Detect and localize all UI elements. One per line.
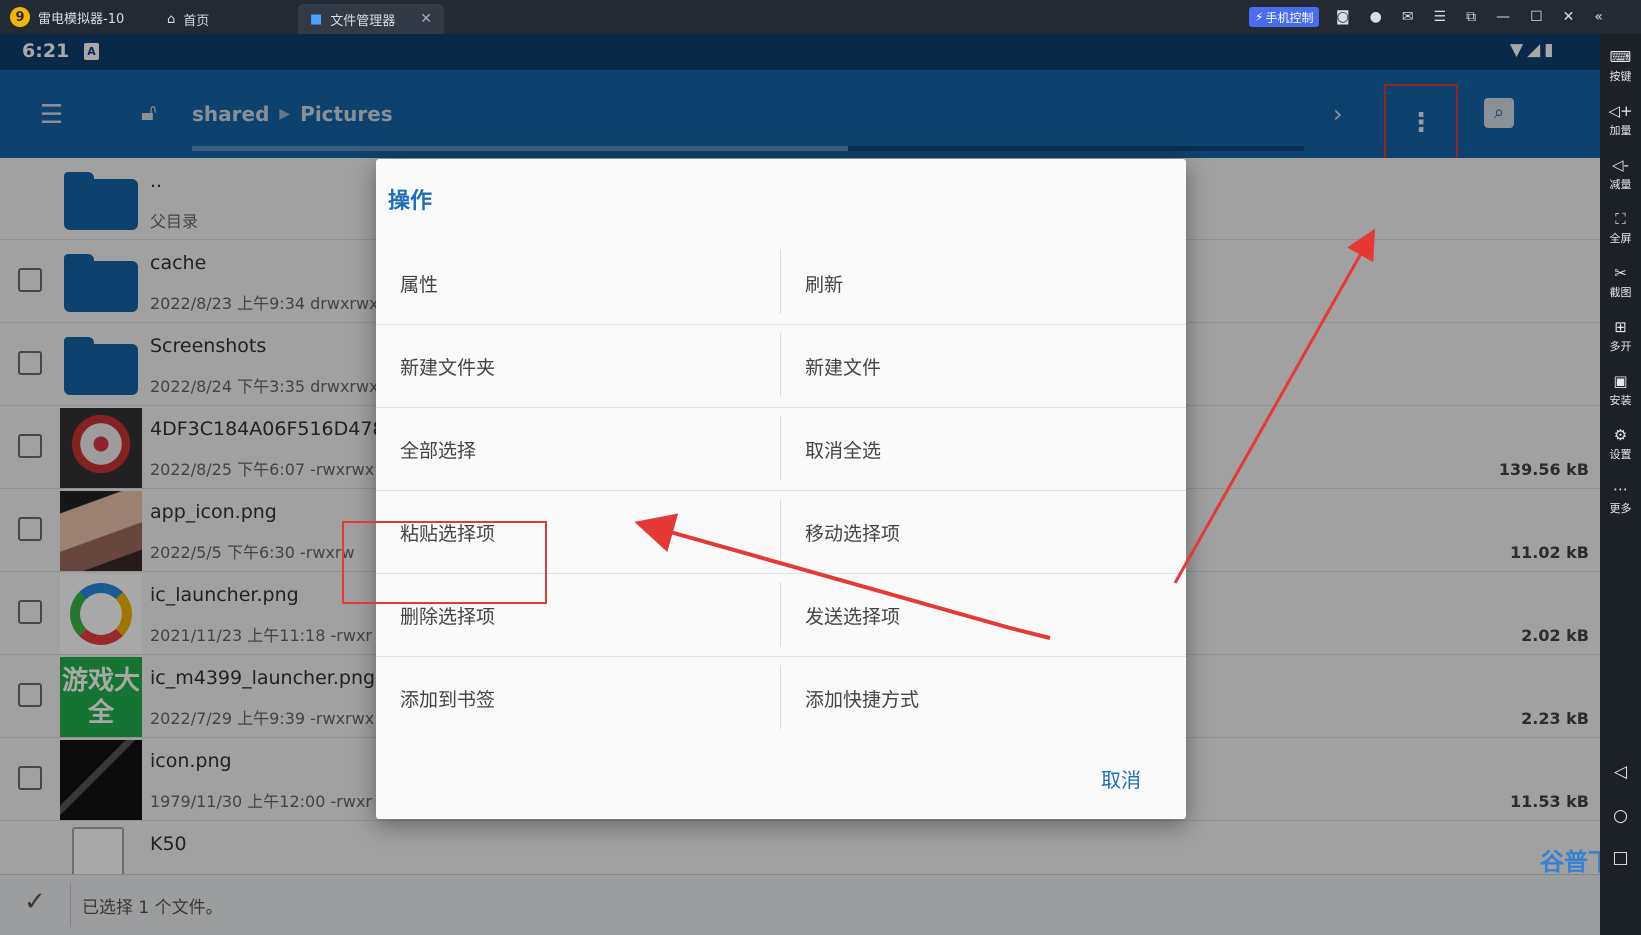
action-item[interactable]: 发送选择项 <box>805 574 1175 657</box>
action-row: 添加到书签 添加快捷方式 <box>376 657 1186 740</box>
sidebar-item-label: 设置 <box>1609 448 1632 461</box>
multi-instance-icon: ⊞ <box>1614 318 1627 336</box>
divider <box>780 665 781 729</box>
sidebar-item-volume-up[interactable]: ◁+ 加量 <box>1600 102 1641 138</box>
action-item[interactable]: 新建文件夹 <box>400 325 770 408</box>
action-item[interactable]: 新建文件 <box>805 325 1175 408</box>
sidebar-item-label: 减量 <box>1609 178 1632 191</box>
app-title: 9 雷电模拟器-10 <box>10 0 124 34</box>
sidebar-item-volume-down[interactable]: ◁- 减量 <box>1600 156 1641 192</box>
gamepad-icon[interactable]: ◙ <box>1336 9 1350 25</box>
cancel-button[interactable]: 取消 <box>1101 764 1141 793</box>
phone-control-label: 手机控制 <box>1265 10 1314 25</box>
mail-icon[interactable]: ✉ <box>1402 9 1414 25</box>
divider <box>780 499 781 563</box>
sidebar-item-install[interactable]: ▣ 安装 <box>1600 372 1641 408</box>
sidebar-item-label: 按键 <box>1609 70 1632 83</box>
actions-grid: 属性 刷新 新建文件夹 新建文件 全部选择 取消全选 粘贴选择项 移动选择项 删除选择项 发送选择… <box>376 242 1186 740</box>
lightning-icon: ⚡ <box>1255 10 1264 24</box>
sidebar-item-label: 多开 <box>1609 340 1632 353</box>
sidebar-item-label: 全屏 <box>1609 232 1632 245</box>
maximize-icon[interactable]: ☐ <box>1530 9 1543 25</box>
action-item[interactable]: 刷新 <box>805 242 1175 325</box>
highlight-box-paste <box>342 521 547 604</box>
app-name: 雷电模拟器-10 <box>38 11 125 27</box>
leidian-logo-icon: 9 <box>10 7 30 27</box>
emulator-window: 9 雷电模拟器-10 ⌂ 首页 ■ 文件管理器 ✕ ⚡ 手机控制 ◙ ● ✉ ☰… <box>0 0 1641 935</box>
restore-icon[interactable]: ⧉ <box>1466 9 1476 25</box>
tab-home[interactable]: ⌂ 首页 <box>155 4 221 34</box>
sidebar-item-label: 更多 <box>1609 502 1632 515</box>
actions-dialog: 操作 属性 刷新 新建文件夹 新建文件 全部选择 取消全选 粘贴选择项 移动选择项 删除选择项发… <box>376 159 1186 819</box>
divider <box>780 416 781 480</box>
sidebar-item-screenshot[interactable]: ✂ 截图 <box>1600 264 1641 300</box>
tab-home-label: 首页 <box>183 13 210 29</box>
fullscreen-icon: ⛶ <box>1615 210 1626 228</box>
sidebar-item-label: 截图 <box>1609 286 1632 299</box>
sidebar-item-fullscreen[interactable]: ⛶ 全屏 <box>1600 210 1641 246</box>
volume-down-icon: ◁- <box>1612 156 1629 174</box>
action-item[interactable]: 全部选择 <box>400 408 770 491</box>
apk-icon: ▣ <box>1613 372 1628 390</box>
sidebar-item-multi[interactable]: ⊞ 多开 <box>1600 318 1641 354</box>
collapse-sidebar-icon[interactable]: « <box>1594 9 1603 25</box>
sidebar-item-label: 加量 <box>1609 124 1632 137</box>
sidebar-item-more[interactable]: ⋯ 更多 <box>1600 480 1641 516</box>
sidebar-item-settings[interactable]: ⚙ 设置 <box>1600 426 1641 462</box>
dim-overlay-top <box>0 34 1600 158</box>
minimize-icon[interactable]: — <box>1496 9 1510 25</box>
watermark-text: 谷普下载 <box>1540 848 1600 876</box>
action-item[interactable]: 取消全选 <box>805 408 1175 491</box>
home-icon: ⌂ <box>167 11 176 27</box>
action-row: 属性 刷新 <box>376 242 1186 325</box>
account-icon[interactable]: ● <box>1370 9 1382 25</box>
settings-icon: ⚙ <box>1613 426 1628 444</box>
back-icon[interactable]: ◁ <box>1600 762 1641 782</box>
sidebar-item-label: 安装 <box>1609 394 1632 407</box>
menu-icon[interactable]: ☰ <box>1434 9 1447 25</box>
action-item[interactable]: 属性 <box>400 242 770 325</box>
divider <box>780 582 781 646</box>
more-icon: ⋯ <box>1613 480 1628 498</box>
window-controls: ◙ ● ✉ ☰ ⧉ — ☐ ✕ « <box>1336 0 1603 34</box>
recents-icon[interactable]: □ <box>1600 848 1641 868</box>
close-icon[interactable]: ✕ <box>1563 9 1575 25</box>
action-row: 全部选择 取消全选 <box>376 408 1186 491</box>
android-screen: 6:21 A ▼◢▮ ☰ 🔓︎ shared ▶ Pictures › ⋮ ⌕ … <box>0 34 1600 935</box>
home-circle-icon[interactable]: ○ <box>1600 806 1641 826</box>
folder-icon: ■ <box>310 11 323 27</box>
action-item[interactable]: 移动选择项 <box>805 491 1175 574</box>
action-item[interactable]: 添加到书签 <box>400 657 770 740</box>
action-item[interactable]: 添加快捷方式 <box>805 657 1175 740</box>
action-row: 新建文件夹 新建文件 <box>376 325 1186 408</box>
sidebar-item-keys[interactable]: ⌨ 按键 <box>1600 48 1641 84</box>
tab-file-manager[interactable]: ■ 文件管理器 ✕ <box>298 4 444 34</box>
emulator-sidebar: ⌨ 按键 ◁+ 加量 ◁- 减量 ⛶ 全屏 ✂ 截图 ⊞ 多开 ▣ 安装 ⚙ 设置 ⋯ 更多 ◁ … <box>1600 34 1641 935</box>
tab-file-manager-label: 文件管理器 <box>330 13 396 29</box>
emulator-titlebar: 9 雷电模拟器-10 ⌂ 首页 ■ 文件管理器 ✕ ⚡ 手机控制 ◙ ● ✉ ☰… <box>0 0 1641 34</box>
divider <box>780 250 781 314</box>
divider <box>780 333 781 397</box>
keyboard-icon: ⌨ <box>1609 48 1632 66</box>
volume-up-icon: ◁+ <box>1608 102 1633 120</box>
scissors-icon: ✂ <box>1614 264 1627 282</box>
phone-control-button[interactable]: ⚡ 手机控制 <box>1249 7 1320 27</box>
close-tab-icon[interactable]: ✕ <box>420 11 432 27</box>
dialog-title: 操作 <box>388 189 433 214</box>
